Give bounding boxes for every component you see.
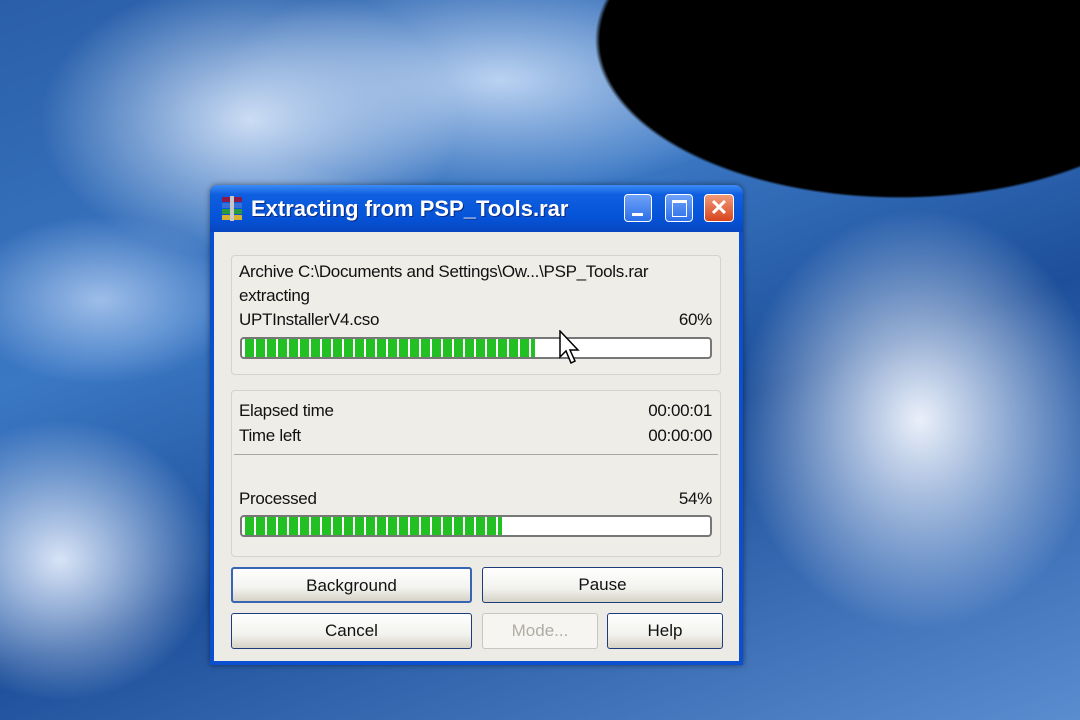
action-label: extracting bbox=[239, 286, 310, 305]
elapsed-label: Elapsed time bbox=[239, 401, 334, 420]
close-icon: ✕ bbox=[709, 195, 729, 220]
progress-group: Elapsed time 00:00:01 Time left 00:00:00… bbox=[231, 390, 721, 557]
processed-progress-bar bbox=[240, 515, 712, 537]
file-progress-bar bbox=[240, 337, 712, 359]
help-button[interactable]: Help bbox=[607, 613, 723, 649]
processed-label: Processed bbox=[239, 489, 317, 508]
mouse-cursor-icon bbox=[559, 330, 580, 365]
maximize-button[interactable] bbox=[665, 194, 693, 222]
minimize-icon bbox=[632, 213, 643, 216]
extraction-window: Extracting from PSP_Tools.rar ✕ Archive … bbox=[210, 185, 743, 665]
cancel-button[interactable]: Cancel bbox=[231, 613, 472, 649]
minimize-button[interactable] bbox=[624, 194, 652, 222]
archive-group: Archive C:\Documents and Settings\Ow...\… bbox=[231, 255, 721, 375]
winrar-icon bbox=[222, 196, 242, 221]
pause-button[interactable]: Pause bbox=[482, 567, 723, 603]
archive-path: Archive C:\Documents and Settings\Ow...\… bbox=[239, 262, 649, 281]
mode-button: Mode... bbox=[482, 613, 598, 649]
divider bbox=[234, 454, 718, 455]
processed-percent: 54% bbox=[678, 489, 712, 508]
title-bar[interactable]: Extracting from PSP_Tools.rar ✕ bbox=[210, 185, 743, 232]
current-file: UPTInstallerV4.cso bbox=[239, 310, 380, 329]
file-percent: 60% bbox=[678, 310, 712, 329]
maximize-icon bbox=[672, 200, 687, 217]
dialog-body: Archive C:\Documents and Settings\Ow...\… bbox=[214, 232, 739, 661]
close-button[interactable]: ✕ bbox=[704, 194, 734, 222]
background-button[interactable]: Background bbox=[231, 567, 472, 603]
window-title: Extracting from PSP_Tools.rar bbox=[251, 196, 569, 221]
processed-progress-fill bbox=[245, 517, 503, 535]
elapsed-value: 00:00:01 bbox=[648, 401, 712, 420]
time-left-label: Time left bbox=[239, 426, 301, 445]
file-progress-fill bbox=[245, 339, 536, 357]
time-left-value: 00:00:00 bbox=[648, 426, 712, 445]
